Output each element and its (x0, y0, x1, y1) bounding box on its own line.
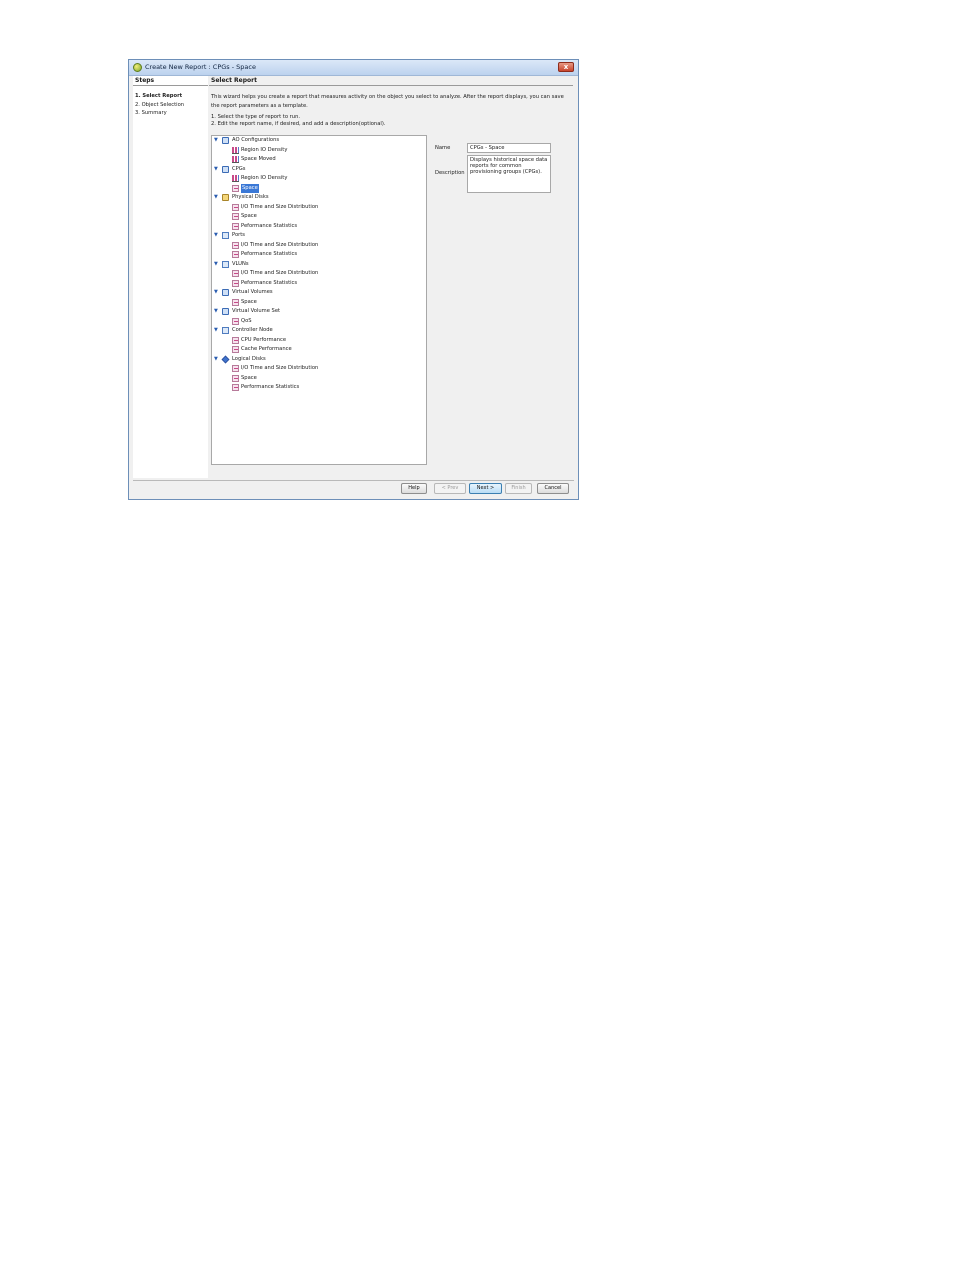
content-header: Select Report (209, 76, 573, 86)
report-icon (232, 384, 239, 391)
help-button[interactable]: Help (401, 483, 427, 494)
tree-node-label: Logical Disks (232, 355, 266, 362)
cancel-button[interactable]: Cancel (537, 483, 569, 494)
folder-icon (222, 165, 229, 173)
name-input[interactable]: CPGs - Space (467, 143, 551, 153)
node-icon (222, 327, 229, 334)
report-icon (232, 184, 239, 192)
tree-leaf-label: I/O Time and Size Distribution (241, 270, 319, 276)
report-icon (232, 279, 239, 287)
bar-chart-icon (232, 175, 239, 182)
tree-node-label: Virtual Volume Set (232, 308, 281, 314)
expand-icon[interactable]: ▼ (214, 233, 219, 238)
tree-leaf-label: I/O Time and Size Distribution (241, 241, 319, 248)
report-icon (232, 203, 239, 211)
tree-node-label: Physical Disks (232, 194, 269, 200)
volume-icon (222, 289, 229, 296)
report-wizard-window: Create New Report : CPGs - Space x Steps… (128, 59, 579, 500)
report-icon (232, 251, 239, 258)
expand-icon[interactable]: ▼ (214, 328, 219, 333)
report-form: Name CPGs - Space Description Displays h… (435, 135, 573, 215)
expand-icon[interactable]: ▼ (214, 356, 219, 362)
expand-icon[interactable]: ▼ (214, 309, 219, 314)
tree-leaf-label: Space (241, 183, 259, 193)
expand-icon[interactable]: ▼ (214, 138, 219, 143)
tree-leaf-label: Peformance Statistics (241, 251, 298, 257)
report-icon (232, 336, 239, 344)
tree-leaf-label: QoS (241, 317, 252, 324)
tree-leaf-label: Space (241, 213, 257, 219)
tree-leaf-label: I/O Time and Size Distribution (241, 365, 319, 371)
description-textarea[interactable]: Displays historical space data reports f… (467, 155, 551, 193)
content-panel: Select Report This wizard helps you crea… (209, 76, 573, 478)
tree-leaf-label: Space (241, 374, 257, 381)
prev-button[interactable]: < Prev (434, 483, 466, 494)
step-select-report: 1. Select Report (135, 93, 183, 99)
report-type-tree[interactable]: ▼ AO Configurations Region IO Density Space… (211, 135, 427, 465)
folder-icon (222, 137, 229, 144)
expand-icon[interactable]: ▼ (214, 166, 219, 172)
expand-icon[interactable]: ▼ (214, 195, 219, 200)
expand-icon[interactable]: ▼ (214, 261, 219, 267)
instruction-2: 2. Edit the report name, if desired, and… (211, 121, 386, 127)
close-button[interactable]: x (558, 62, 574, 72)
tree-leaf-label: CPU Performance (241, 336, 287, 343)
expand-icon[interactable]: ▼ (214, 290, 219, 295)
steps-panel: Steps 1. Select Report 2. Object Selecti… (133, 76, 208, 478)
report-icon (232, 374, 239, 382)
report-icon (232, 346, 239, 353)
network-icon (222, 232, 229, 239)
description-label: Description (435, 170, 465, 176)
step-object-selection: 2. Object Selection (135, 101, 185, 108)
bar-chart-icon (232, 156, 239, 163)
footer-divider (133, 480, 574, 481)
tree-leaf-label: I/O Time and Size Distribution (241, 203, 319, 210)
tree-leaf-label: Cache Performance (241, 346, 292, 352)
title-bar[interactable]: Create New Report : CPGs - Space x (129, 60, 578, 76)
tree-node-label: AO Configurations (232, 137, 280, 143)
instruction-1: 1. Select the type of report to run. (211, 114, 301, 120)
report-icon (232, 222, 239, 230)
disk-icon (222, 194, 229, 201)
app-icon (133, 63, 142, 72)
tree-node-label: VLUNs (232, 260, 249, 267)
report-icon (232, 317, 239, 325)
volume-set-icon (222, 308, 229, 315)
tree-node-label: Virtual Volumes (232, 289, 273, 295)
window-title: Create New Report : CPGs - Space (145, 63, 256, 71)
tree-leaf-label: Space (241, 298, 257, 305)
tree-leaf-label: Performance Statistics (241, 384, 300, 390)
finish-button[interactable]: Finish (505, 483, 532, 494)
next-button[interactable]: Next > (469, 483, 502, 494)
tree-leaf-label: Peformance Statistics (241, 279, 298, 286)
step-summary: 3. Summary (135, 110, 167, 116)
steps-list: 1. Select Report 2. Object Selection 3. … (133, 86, 208, 118)
cube-icon (221, 355, 230, 363)
tree-leaf-label: Region IO Density (241, 175, 288, 181)
tree-node-label: Controller Node (232, 327, 273, 333)
tree-node-label: CPGs (232, 165, 246, 172)
report-icon (232, 365, 239, 372)
report-icon (232, 213, 239, 220)
report-icon (232, 298, 239, 306)
steps-header: Steps (133, 76, 208, 86)
tree-node-label: Ports (232, 232, 245, 238)
tree-leaf-label: Region IO Density (241, 146, 288, 153)
tree-leaf-label: Peformance Statistics (241, 222, 298, 229)
instructions: 1. Select the type of report to run. 2. … (211, 114, 571, 128)
name-label: Name (435, 145, 451, 151)
report-icon (232, 241, 239, 249)
tree-leaf-label: Space Moved (241, 156, 276, 162)
intro-text: This wizard helps you create a report th… (211, 94, 564, 109)
monitor-icon (222, 260, 229, 268)
report-icon (232, 270, 239, 277)
bar-chart-icon (232, 146, 239, 154)
